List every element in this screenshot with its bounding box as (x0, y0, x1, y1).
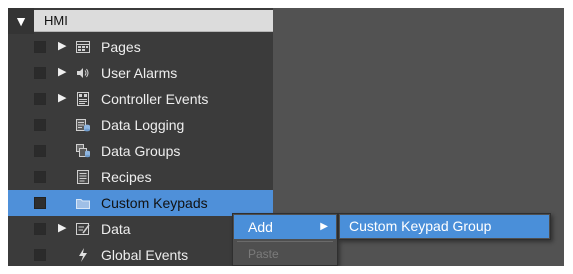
tree-item-data-logging[interactable]: Data Logging (8, 112, 273, 138)
tree-root-hmi[interactable]: ▼ HMI (8, 8, 273, 34)
tree-item-checkbox[interactable] (34, 67, 46, 79)
tree-item-pages[interactable]: ▶ Pages (8, 34, 273, 60)
tree-item-checkbox[interactable] (34, 171, 46, 183)
folder-icon (75, 195, 91, 211)
tree-item-label[interactable]: User Alarms (101, 60, 177, 86)
data-logging-icon (75, 117, 91, 133)
expand-arrow-icon[interactable]: ▶ (58, 39, 68, 53)
tree-item-recipes[interactable]: Recipes (8, 164, 273, 190)
expand-arrow-icon[interactable]: ▶ (58, 65, 68, 79)
submenu-arrow-icon: ▶ (320, 221, 328, 232)
context-menu: Add ▶ Paste (232, 213, 338, 266)
data-groups-icon (75, 143, 91, 159)
project-explorer-frame: ▼ HMI ▶ Pages ▶ User Alarms ▶ Controller… (8, 8, 564, 266)
expand-arrow-icon[interactable]: ▶ (58, 91, 68, 105)
lightning-icon (75, 247, 91, 263)
menu-item-paste[interactable]: Paste (234, 243, 336, 265)
tree-item-label[interactable]: Controller Events (101, 86, 208, 112)
recipes-icon (75, 169, 91, 185)
pages-icon (75, 39, 91, 55)
tree-item-controller-events[interactable]: ▶ Controller Events (8, 86, 273, 112)
menu-item-add-label: Add (248, 219, 273, 235)
controller-events-icon (75, 91, 91, 107)
expand-arrow-icon[interactable]: ▶ (58, 221, 68, 235)
menu-item-add[interactable]: Add ▶ (234, 215, 336, 239)
tree-item-checkbox[interactable] (34, 249, 46, 261)
tree-item-checkbox[interactable] (34, 197, 46, 209)
tree-item-checkbox[interactable] (34, 41, 46, 53)
menu-separator (237, 241, 333, 242)
menu-item-custom-keypad-group[interactable]: Custom Keypad Group (340, 215, 549, 238)
tree-item-label[interactable]: Data Groups (101, 138, 180, 164)
add-submenu: Custom Keypad Group (338, 213, 551, 240)
tree-item-checkbox[interactable] (34, 93, 46, 105)
tree-item-data-groups[interactable]: Data Groups (8, 138, 273, 164)
tree-item-label[interactable]: Custom Keypads (101, 190, 208, 216)
collapse-toggle[interactable]: ▼ (8, 8, 34, 34)
data-icon (75, 221, 91, 237)
tree-item-user-alarms[interactable]: ▶ User Alarms (8, 60, 273, 86)
tree-root-label[interactable]: HMI (34, 10, 273, 32)
tree-item-checkbox[interactable] (34, 119, 46, 131)
tree-item-label[interactable]: Pages (101, 34, 141, 60)
tree-item-label[interactable]: Recipes (101, 164, 152, 190)
tree-item-checkbox[interactable] (34, 145, 46, 157)
tree-item-label[interactable]: Global Events (101, 242, 188, 266)
tree-item-checkbox[interactable] (34, 223, 46, 235)
speaker-icon (75, 65, 91, 81)
tree-item-label[interactable]: Data (101, 216, 131, 242)
tree-item-label[interactable]: Data Logging (101, 112, 184, 138)
